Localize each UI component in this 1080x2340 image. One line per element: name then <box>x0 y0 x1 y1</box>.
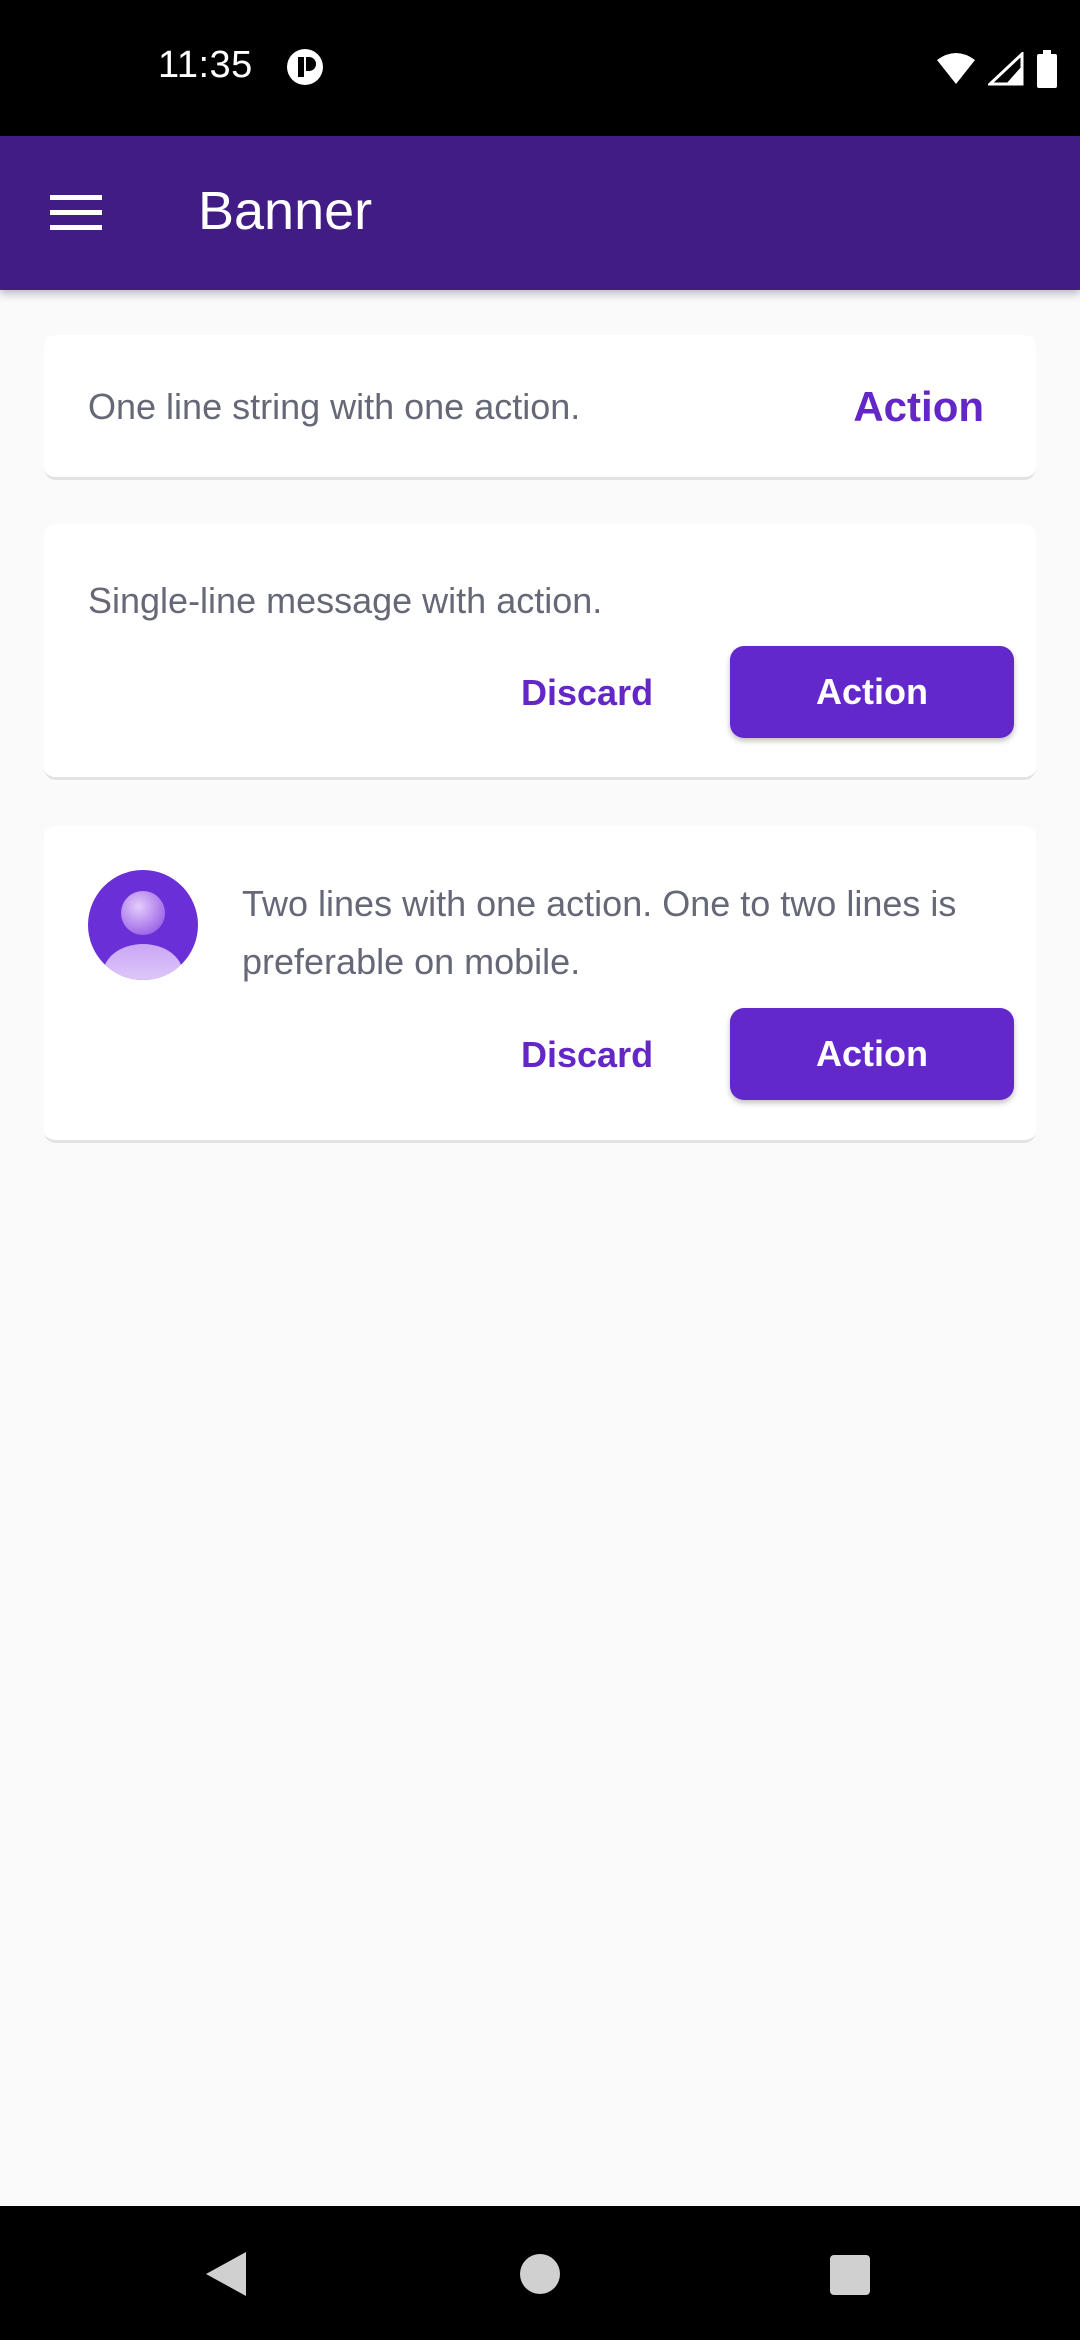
action-button[interactable]: Action <box>853 383 984 431</box>
back-icon[interactable] <box>204 2250 248 2303</box>
action-button[interactable]: Action <box>730 1008 1014 1100</box>
page-title: Banner <box>198 181 373 241</box>
recents-icon[interactable] <box>829 2254 871 2301</box>
battery-icon <box>1036 50 1058 93</box>
banner-message: One line string with one action. <box>88 386 581 427</box>
person-avatar-icon <box>88 870 198 980</box>
screen: 11:35 Banner One line string with one ac… <box>0 0 1080 2340</box>
banner-single-line-with-buttons: Single-line message with action. Discard… <box>44 524 1036 780</box>
banner-message: Single-line message with action. <box>88 580 603 621</box>
signal-icon <box>986 50 1024 91</box>
action-button[interactable]: Action <box>730 646 1014 738</box>
banner-message-line-2: preferable on mobile. <box>242 941 581 982</box>
app-notification-icon <box>286 48 324 86</box>
home-icon[interactable] <box>519 2253 561 2300</box>
hamburger-menu-icon[interactable] <box>50 193 104 233</box>
navigation-bar <box>0 2206 1080 2340</box>
status-bar: 11:35 <box>0 0 1080 136</box>
wifi-icon <box>936 52 976 91</box>
status-time: 11:35 <box>158 44 253 86</box>
app-bar: Banner <box>0 136 1080 290</box>
discard-button[interactable]: Discard <box>521 672 653 714</box>
banner-two-line-with-avatar: Two lines with one action. One to two li… <box>44 826 1036 1143</box>
status-icons <box>936 50 1058 93</box>
banner-message-line-1: Two lines with one action. One to two li… <box>242 883 957 924</box>
discard-button[interactable]: Discard <box>521 1034 653 1076</box>
banner-one-line: One line string with one action. Action <box>44 335 1036 480</box>
